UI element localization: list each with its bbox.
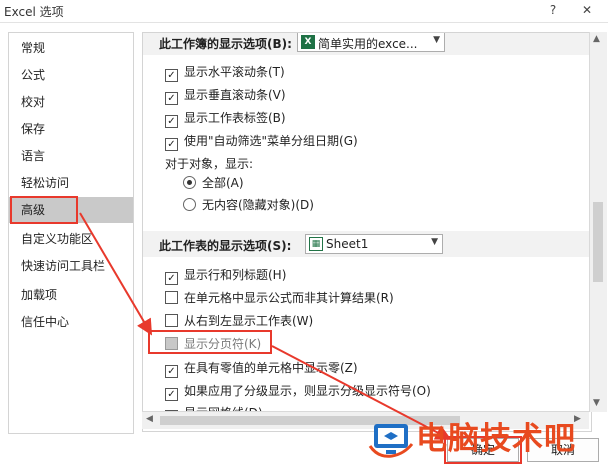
- nav-label: 快速访问工具栏: [21, 259, 106, 273]
- nav-label: 常规: [21, 41, 46, 55]
- option-label: 全部(A): [202, 176, 244, 190]
- nav-item-language[interactable]: 语言: [9, 143, 133, 169]
- options-panel: 此工作簿的显示选项(B): X 简单实用的exce... ▼ ✓ 显示水平滚动条(…: [142, 32, 592, 432]
- nav-item-accessibility[interactable]: 轻松访问: [9, 170, 133, 196]
- nav-item-quick-access-toolbar[interactable]: 快速访问工具栏: [9, 253, 133, 279]
- scroll-up-icon[interactable]: ▲: [593, 34, 600, 44]
- workbook-dropdown[interactable]: X 简单实用的exce... ▼: [297, 33, 445, 52]
- option-show-horizontal-scrollbar[interactable]: ✓ 显示水平滚动条(T): [165, 62, 285, 82]
- option-label: 在具有零值的单元格中显示零(Z): [184, 361, 358, 375]
- sheet-dropdown-value: Sheet1: [326, 237, 369, 251]
- nav-item-trust-center[interactable]: 信任中心: [9, 309, 133, 335]
- option-label: 显示工作表标签(B): [184, 111, 286, 125]
- scroll-left-icon[interactable]: ◀: [146, 414, 153, 424]
- nav-item-proofing[interactable]: 校对: [9, 89, 133, 115]
- checkbox[interactable]: [165, 314, 178, 327]
- help-button[interactable]: ?: [538, 0, 568, 20]
- option-show-formulas[interactable]: 在单元格中显示公式而非其计算结果(R): [165, 288, 394, 308]
- nav-label: 自定义功能区: [21, 232, 94, 246]
- vertical-scrollbar[interactable]: ▲ ▼: [589, 32, 607, 412]
- option-show-row-column-headers[interactable]: ✓ 显示行和列标题(H): [165, 265, 286, 285]
- checkbox[interactable]: ✓: [165, 92, 178, 105]
- nav-item-customize-ribbon[interactable]: 自定义功能区: [9, 226, 133, 252]
- option-show-vertical-scrollbar[interactable]: ✓ 显示垂直滚动条(V): [165, 85, 286, 105]
- scroll-down-icon[interactable]: ▼: [593, 398, 600, 408]
- chevron-down-icon: ▼: [431, 237, 438, 247]
- scrollbar-thumb[interactable]: [160, 416, 460, 425]
- sheet-section-title: 此工作表的显示选项(S):: [159, 239, 292, 253]
- checkbox[interactable]: [165, 291, 178, 304]
- sheet-section-header: 此工作表的显示选项(S): ▦ Sheet1 ▼: [143, 231, 589, 257]
- excel-workbook-icon: X: [301, 35, 315, 49]
- checkbox[interactable]: ✓: [165, 365, 178, 378]
- highlight-page-breaks: [148, 330, 272, 354]
- window-title: Excel 选项: [4, 5, 64, 19]
- workbook-section-header: 此工作簿的显示选项(B): X 简单实用的exce... ▼: [143, 33, 589, 55]
- option-label: 在单元格中显示公式而非其计算结果(R): [184, 291, 394, 305]
- option-label: 如果应用了分级显示，则显示分级显示符号(O): [184, 384, 431, 398]
- nav-item-formulas[interactable]: 公式: [9, 62, 133, 88]
- chevron-down-icon: ▼: [433, 35, 440, 45]
- nav-label: 保存: [21, 122, 46, 136]
- nav-item-add-ins[interactable]: 加载项: [9, 282, 133, 308]
- close-button[interactable]: ✕: [572, 0, 602, 20]
- nav-label: 轻松访问: [21, 176, 70, 190]
- option-group-dates-autofilter[interactable]: ✓ 使用"自动筛选"菜单分组日期(G): [165, 131, 358, 151]
- title-bar: Excel 选项 ? ✕: [0, 0, 608, 23]
- checkbox[interactable]: ✓: [165, 69, 178, 82]
- scrollbar-thumb[interactable]: [593, 202, 603, 282]
- watermark-text: 电脑技术吧: [416, 421, 576, 457]
- nav-item-save[interactable]: 保存: [9, 116, 133, 142]
- worksheet-icon: ▦: [309, 237, 323, 251]
- radio-hide-objects[interactable]: 无内容(隐藏对象)(D): [183, 195, 314, 215]
- option-label: 从右到左显示工作表(W): [184, 314, 314, 328]
- checkbox[interactable]: ✓: [165, 115, 178, 128]
- nav-label: 校对: [21, 95, 46, 109]
- option-label: 使用"自动筛选"菜单分组日期(G): [184, 134, 358, 148]
- watermark-logo-icon: [368, 424, 414, 458]
- workbook-dropdown-value: 简单实用的exce...: [318, 37, 418, 51]
- sheet-dropdown[interactable]: ▦ Sheet1 ▼: [305, 234, 443, 254]
- option-label: 无内容(隐藏对象)(D): [202, 198, 314, 212]
- nav-item-general[interactable]: 常规: [9, 35, 133, 61]
- nav-label: 语言: [21, 149, 46, 163]
- nav-label: 信任中心: [21, 315, 70, 329]
- option-show-outline-symbols[interactable]: ✓ 如果应用了分级显示，则显示分级显示符号(O): [165, 381, 431, 401]
- radio-show-all[interactable]: 全部(A): [183, 173, 244, 193]
- checkbox[interactable]: ✓: [165, 138, 178, 151]
- option-label: 显示行和列标题(H): [184, 268, 287, 282]
- objects-display-label: 对于对象，显示:: [165, 157, 254, 171]
- checkbox[interactable]: ✓: [165, 388, 178, 401]
- category-nav: 常规 公式 校对 保存 语言 轻松访问 高级 自定义功能区 快速访问工具栏 加载…: [8, 32, 134, 434]
- option-label: 显示水平滚动条(T): [184, 65, 285, 79]
- nav-label: 公式: [21, 68, 46, 82]
- highlight-advanced: [10, 196, 78, 224]
- option-show-sheet-tabs[interactable]: ✓ 显示工作表标签(B): [165, 108, 286, 128]
- radio-button[interactable]: [183, 198, 196, 211]
- option-show-zero-values[interactable]: ✓ 在具有零值的单元格中显示零(Z): [165, 358, 358, 378]
- option-right-to-left[interactable]: 从右到左显示工作表(W): [165, 311, 313, 331]
- radio-button[interactable]: [183, 176, 196, 189]
- option-label: 显示垂直滚动条(V): [184, 88, 286, 102]
- checkbox[interactable]: ✓: [165, 272, 178, 285]
- workbook-section-title: 此工作簿的显示选项(B):: [159, 37, 292, 51]
- nav-label: 加载项: [21, 288, 58, 302]
